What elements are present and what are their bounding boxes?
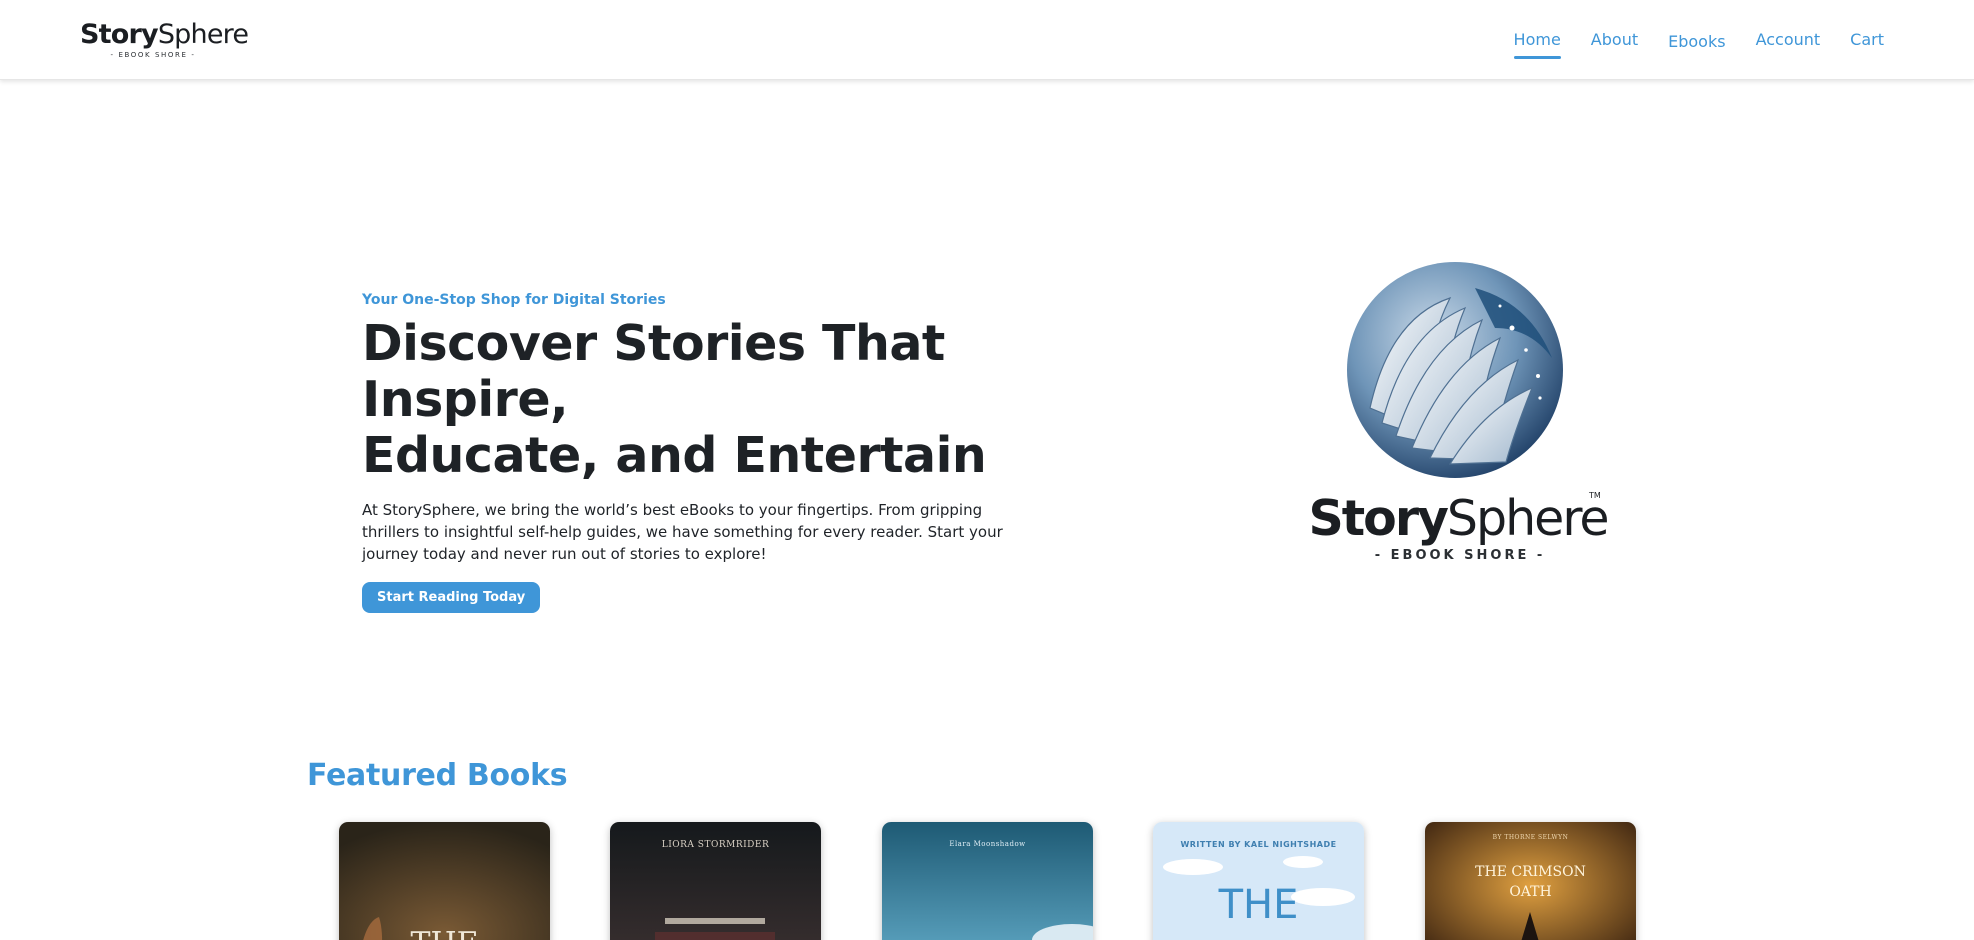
- book-card[interactable]: WRITTEN BY KAEL NIGHTSHADE THE: [1153, 822, 1364, 940]
- book-cover: [339, 822, 550, 940]
- book-title: THE: [339, 926, 550, 940]
- book-card[interactable]: LIORA STORMRIDER: [610, 822, 821, 940]
- logo-wordmark: StorySphere: [80, 19, 249, 50]
- hero-title-line1: Discover Stories That Inspire,: [362, 315, 945, 428]
- book-card[interactable]: BY THORNE SELWYN THE CRIMSON OATH: [1425, 822, 1636, 940]
- book-author: Elara Moonshadow: [949, 840, 1026, 848]
- nav-account[interactable]: Account: [1756, 30, 1821, 57]
- book-author: BY THORNE SELWYN: [1492, 834, 1569, 841]
- book-card[interactable]: THE: [339, 822, 550, 940]
- trademark-mark: TM: [1589, 491, 1601, 500]
- nav-ebooks[interactable]: Ebooks: [1668, 32, 1725, 57]
- main-nav: Home About Ebooks Account Cart: [1513, 30, 1884, 59]
- logo-tagline: - EBOOK SHORE -: [110, 51, 196, 59]
- hero-eyebrow: Your One-Stop Shop for Digital Stories: [362, 292, 666, 308]
- nav-about[interactable]: About: [1591, 30, 1638, 57]
- book-card[interactable]: Elara Moonshadow: [882, 822, 1093, 940]
- book-author: WRITTEN BY KAEL NIGHTSHADE: [1180, 840, 1337, 849]
- site-header: StorySphere - EBOOK SHORE - Home About E…: [0, 0, 1974, 80]
- site-logo[interactable]: StorySphere - EBOOK SHORE -: [80, 19, 249, 62]
- book-title: THE CRIMSON OATH: [1475, 864, 1586, 900]
- featured-books-heading: Featured Books: [307, 758, 568, 793]
- nav-home[interactable]: Home: [1513, 30, 1562, 59]
- hero-logo-tagline: - EBOOK SHORE -: [1374, 548, 1546, 563]
- book-title: THE: [1218, 882, 1299, 928]
- start-reading-button[interactable]: Start Reading Today: [362, 582, 541, 613]
- hero-section: Your One-Stop Shop for Digital Stories D…: [362, 292, 1082, 613]
- hero-title: Discover Stories That Inspire, Educate, …: [362, 316, 1082, 484]
- hero-logo-wordmark: StorySphere: [1308, 490, 1609, 547]
- hero-title-line2: Educate, and Entertain: [362, 427, 987, 484]
- nav-cart[interactable]: Cart: [1850, 30, 1884, 57]
- book-author: LIORA STORMRIDER: [661, 840, 770, 850]
- hero-description: At StorySphere, we bring the world’s bes…: [362, 501, 1003, 563]
